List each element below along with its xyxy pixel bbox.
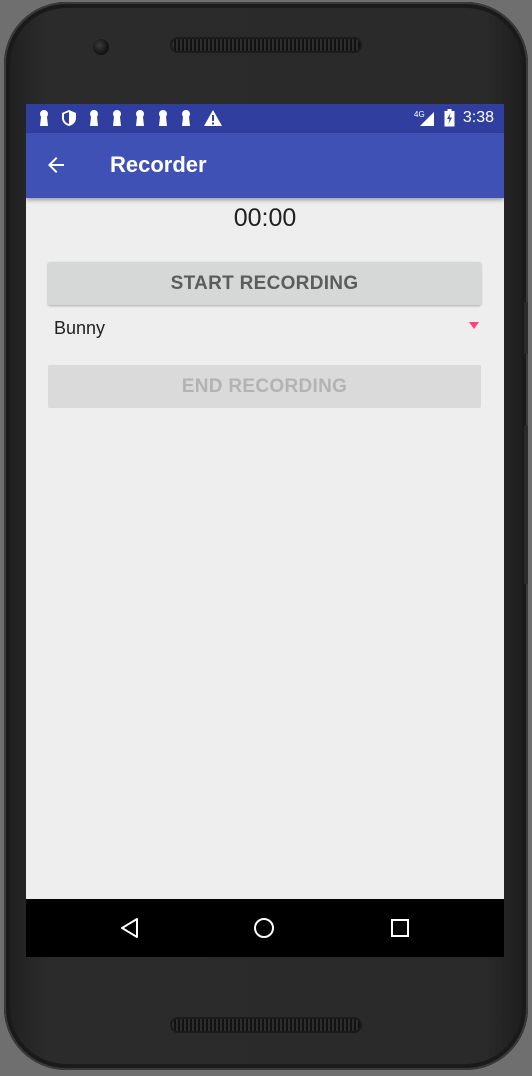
phone-frame: 4G 3:38 Recorder 00:00 START RECORDING B… (4, 2, 528, 1070)
keyhole-icon (90, 110, 98, 126)
keyhole-icon (182, 110, 190, 126)
shield-icon (62, 110, 76, 126)
nav-home-icon[interactable] (253, 917, 275, 939)
arrow-back-icon[interactable] (44, 153, 68, 177)
warning-icon (204, 110, 222, 126)
clock: 3:38 (462, 109, 494, 126)
keyhole-icon (159, 110, 167, 126)
keyhole-icon (40, 110, 48, 126)
power-button (524, 302, 528, 354)
nav-recents-icon[interactable] (390, 918, 410, 938)
signal-icon: 4G (414, 110, 434, 126)
start-recording-button[interactable]: START RECORDING (48, 262, 481, 305)
network-type: 4G (414, 110, 425, 119)
status-bar: 4G 3:38 (26, 104, 504, 133)
recording-timer: 00:00 (233, 204, 297, 232)
top-speaker (170, 37, 362, 53)
nav-back-icon[interactable] (119, 917, 141, 939)
status-right: 4G 3:38 (414, 109, 494, 127)
keyhole-icon (136, 110, 144, 126)
volume-button (524, 426, 528, 584)
app-bar: Recorder (26, 133, 504, 198)
notification-icons (38, 109, 223, 127)
page-title: Recorder (110, 152, 207, 177)
bottom-speaker (170, 1017, 362, 1033)
battery-icon (444, 109, 455, 127)
screen: 4G 3:38 Recorder 00:00 START RECORDING B… (26, 104, 504, 957)
end-recording-button[interactable]: END RECORDING (48, 365, 481, 408)
dropdown-arrow-icon (469, 322, 479, 329)
sound-spinner[interactable]: Bunny (48, 310, 481, 346)
keyhole-icon (113, 110, 121, 126)
front-camera (93, 39, 109, 55)
spinner-selected-value: Bunny (54, 318, 106, 338)
navigation-bar (26, 899, 504, 957)
